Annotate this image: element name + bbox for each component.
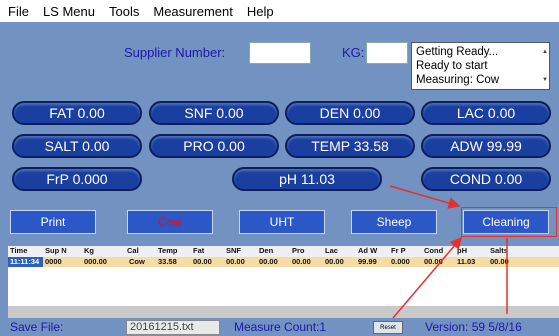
col-den: Den <box>259 246 274 255</box>
cell-lac: 00.00 <box>325 257 344 266</box>
den-reading: DEN 0.00 <box>285 101 415 125</box>
menu-measurement[interactable]: Measurement <box>146 4 239 19</box>
table-header: Time Sup N Kg Cal Temp Fat SNF Den Pro L… <box>8 246 559 257</box>
col-pro: Pro <box>292 246 305 255</box>
supplier-number-label: Supplier Number: <box>124 45 226 60</box>
measure-count: Measure Count:1 <box>234 320 327 334</box>
cell-fat: 00.00 <box>193 257 212 266</box>
col-sup-n: Sup N <box>45 246 67 255</box>
col-salts: Salts <box>490 246 508 255</box>
col-cond: Cond <box>424 246 444 255</box>
kg-label: KG: <box>342 45 365 60</box>
cell-cal: Cow <box>129 257 145 266</box>
supplier-number-input[interactable] <box>249 42 311 64</box>
cond-reading: COND 0.00 <box>421 167 551 191</box>
cell-pro: 00.00 <box>292 257 311 266</box>
cow-button[interactable]: Cow <box>127 210 213 234</box>
col-fr-p: Fr P <box>391 246 406 255</box>
print-button[interactable]: Print <box>10 210 96 234</box>
status-line: Ready to start <box>416 60 488 72</box>
col-time: Time <box>10 246 28 255</box>
file-name-field[interactable]: 20161215.txt <box>126 320 220 335</box>
menu-bar: File LS Menu Tools Measurement Help <box>0 0 559 22</box>
col-temp: Temp <box>158 246 178 255</box>
cell-sup-n: 0000 <box>45 257 62 266</box>
status-line: Measuring: Cow <box>416 74 500 86</box>
col-ph: pH <box>457 246 467 255</box>
save-file-label: Save File: <box>10 320 64 334</box>
menu-ls-menu[interactable]: LS Menu <box>36 4 102 19</box>
salt-reading: SALT 0.00 <box>12 134 142 158</box>
col-kg: Kg <box>84 246 94 255</box>
status-line: Getting Ready... <box>416 46 499 58</box>
pro-reading: PRO 0.00 <box>149 134 279 158</box>
cleaning-highlight <box>461 207 557 237</box>
measurement-table: Time Sup N Kg Cal Temp Fat SNF Den Pro L… <box>8 246 559 307</box>
scroll-up-icon[interactable]: ▲ <box>542 45 548 59</box>
menu-file[interactable]: File <box>0 4 36 19</box>
cell-time: 11:11:34 <box>8 257 43 267</box>
status-box: Getting Ready... Ready to start Measurin… <box>411 42 550 90</box>
col-lac: Lac <box>325 246 338 255</box>
cell-fr-p: 0.000 <box>391 257 410 266</box>
cell-cond: 00.00 <box>424 257 443 266</box>
reset-button[interactable]: Reset <box>373 321 403 334</box>
cell-den: 00.00 <box>259 257 278 266</box>
horizontal-scrollbar[interactable] <box>8 306 559 318</box>
col-cal: Cal <box>127 246 139 255</box>
kg-input[interactable] <box>366 42 408 64</box>
temp-reading: TEMP 33.58 <box>285 134 415 158</box>
col-snf: SNF <box>226 246 241 255</box>
cell-salts: 00.00 <box>490 257 509 266</box>
col-fat: Fat <box>193 246 205 255</box>
sheep-button[interactable]: Sheep <box>351 210 437 234</box>
frp-reading: FrP 0.000 <box>12 167 142 191</box>
scroll-down-icon[interactable]: ▼ <box>542 73 548 87</box>
snf-reading: SNF 0.00 <box>149 101 279 125</box>
col-ad-w: Ad W <box>358 246 378 255</box>
cell-snf: 00.00 <box>226 257 245 266</box>
fat-reading: FAT 0.00 <box>12 101 142 125</box>
uht-button[interactable]: UHT <box>239 210 325 234</box>
ph-reading: pH 11.03 <box>232 167 382 191</box>
menu-tools[interactable]: Tools <box>102 4 146 19</box>
cell-kg: 000.00 <box>84 257 107 266</box>
adw-reading: ADW 99.99 <box>421 134 551 158</box>
lac-reading: LAC 0.00 <box>421 101 551 125</box>
cell-temp: 33.58 <box>158 257 177 266</box>
cell-ad-w: 99.99 <box>358 257 377 266</box>
menu-help[interactable]: Help <box>240 4 281 19</box>
table-row[interactable]: 11:11:34 0000 000.00 Cow 33.58 00.00 00.… <box>8 257 559 267</box>
version-label: Version: 59 5/8/16 <box>425 320 522 334</box>
cell-ph: 11.03 <box>457 257 476 266</box>
